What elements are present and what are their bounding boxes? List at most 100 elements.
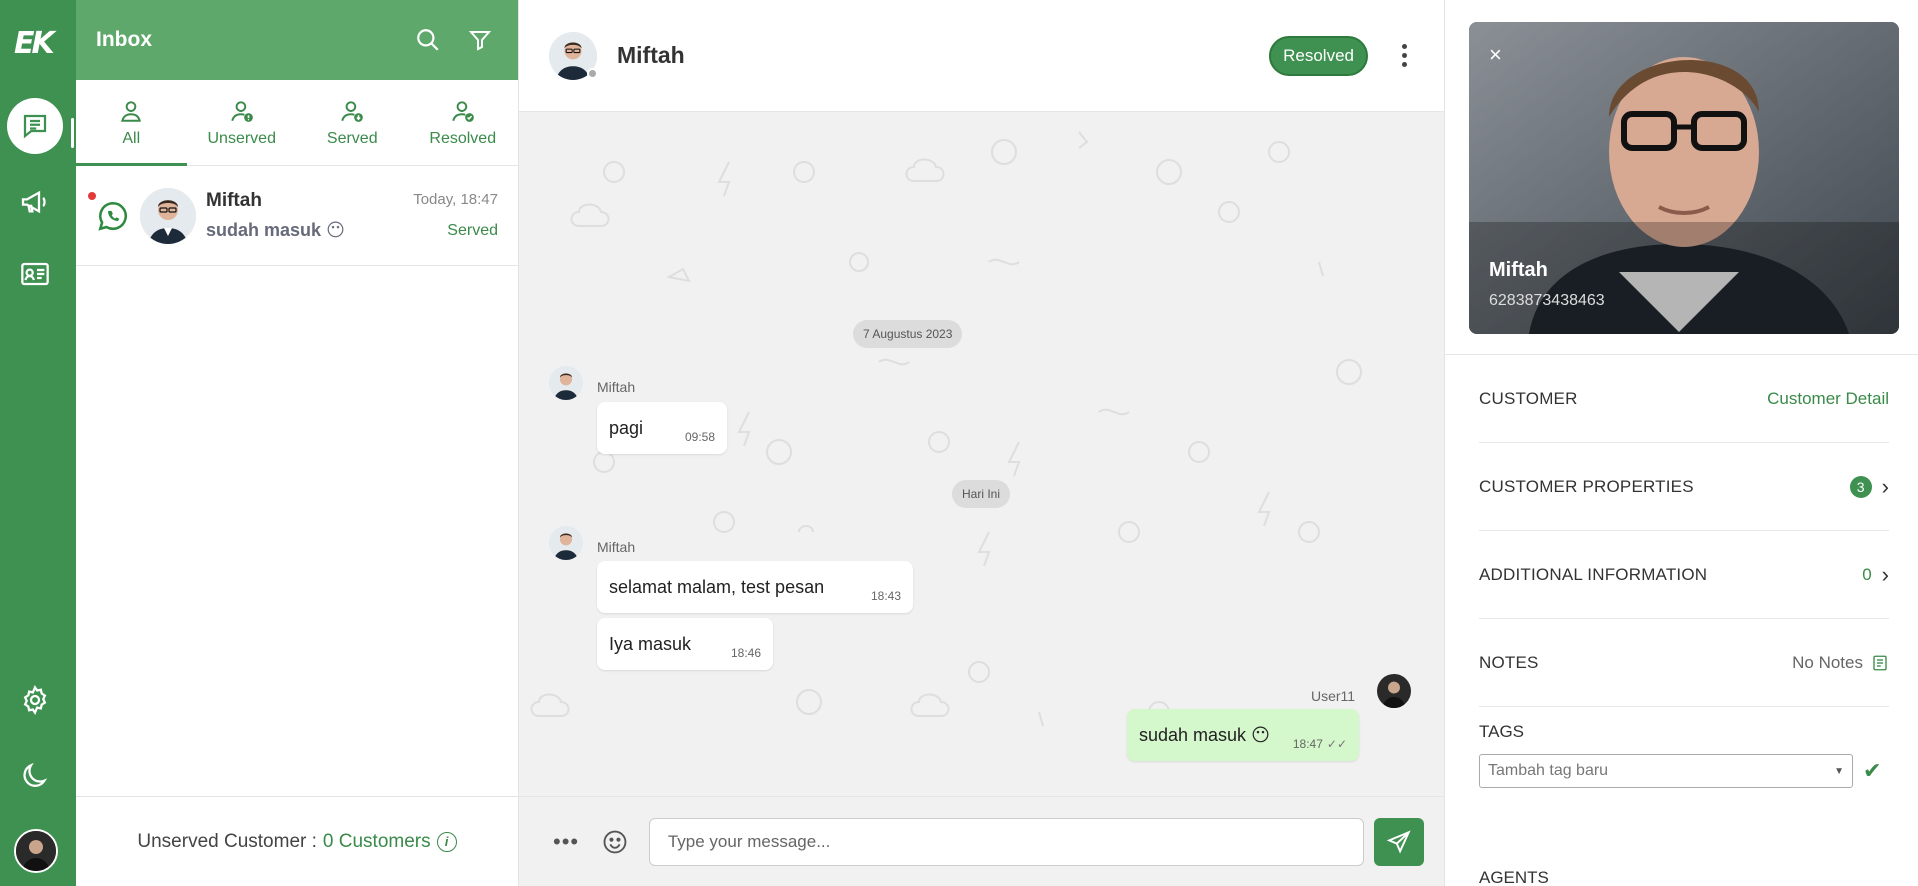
message-bubble: Iya masuk 18:46 [597,618,773,670]
row-label: CUSTOMER PROPERTIES [1479,476,1694,496]
message-emoji: 😶 [1251,725,1270,745]
customer-photo [1469,22,1899,334]
unserved-count[interactable]: 0 Customers [323,831,431,853]
inbox-panel: Inbox All Unserved Served Resolved Mifta… [76,0,519,886]
tags-section: TAGS Tambah tag baru ▼ ✔ [1479,722,1889,788]
agents-label: AGENTS [1479,868,1549,886]
user-check-icon [452,100,474,122]
message-time: 09:58 [684,430,715,444]
row-right: 3 › [1849,473,1889,500]
customer-photo-card: × Miftah 6283873438463 [1469,22,1899,334]
row-label: TAGS [1479,722,1525,741]
date-separator: Hari Ini [952,480,1011,508]
close-button[interactable]: × [1489,42,1502,68]
resolved-button[interactable]: Resolved [1269,35,1368,76]
contact-card-icon [21,262,49,286]
customer-detail-link[interactable]: Customer Detail [1767,389,1889,409]
presence-indicator [587,67,598,79]
tag-select-row: Tambah tag baru ▼ ✔ [1479,754,1889,788]
nav-broadcast[interactable] [7,174,63,230]
nav-dark-mode[interactable] [7,748,63,804]
conversation-status: Served [447,222,498,239]
tab-all[interactable]: All [76,80,187,166]
chat-header: Miftah Resolved [519,0,1444,112]
chat-contact-avatar[interactable] [549,31,598,80]
customer-detail-panel: × Miftah 6283873438463 CUSTOMER Customer… [1444,0,1918,886]
chat-icon [23,114,47,139]
megaphone-icon [21,190,46,214]
more-actions-button[interactable]: ••• [553,829,583,855]
tag-select[interactable]: Tambah tag baru ▼ [1479,754,1853,788]
moon-icon [23,762,48,787]
customer-name: Miftah [1489,259,1548,281]
chat-contact-name: Miftah [617,42,685,68]
notes-value: No Notes [1792,652,1863,672]
brand-logo: EK [14,26,55,61]
unread-dot [88,192,96,200]
tab-unserved[interactable]: Unserved [187,80,298,165]
conversation-info: Miftah sudah masuk 😶 [206,190,413,241]
last-message-emoji: 😶 [326,220,345,240]
user-download-icon [341,100,364,122]
conversation-item[interactable]: Miftah sudah masuk 😶 Today, 18:47 Served [76,166,518,266]
send-button[interactable] [1374,817,1424,866]
tab-label: Resolved [429,129,497,147]
date-separator: 7 Augustus 2023 [853,320,963,348]
filter-button[interactable] [462,22,498,58]
inbox-tabs: All Unserved Served Resolved [76,80,518,166]
message-sender: User11 [1311,688,1356,704]
unserved-summary: Unserved Customer : 0 Customers i [76,796,518,886]
customer-properties-row[interactable]: CUSTOMER PROPERTIES 3 › [1479,443,1889,531]
message-bubble: pagi 09:58 [597,402,727,454]
my-avatar[interactable] [14,829,58,873]
gear-icon [23,684,47,716]
send-icon [1386,829,1411,854]
agent-avatar [1377,674,1411,708]
caret-down-icon: ▼ [1834,765,1844,777]
emoji-icon[interactable] [601,828,629,856]
inbox-title: Inbox [96,28,152,51]
message-time: 18:47 [1292,737,1323,751]
read-receipt-icon: ✓✓ [1326,737,1347,751]
user-alert-icon [231,100,253,122]
message-bubble-outgoing: sudah masuk 😶 18:47 ✓✓ [1127,709,1359,761]
tab-served[interactable]: Served [297,80,408,165]
left-rail: EK [0,0,76,886]
info-icon[interactable]: i [436,831,457,852]
message-time-group: 18:47 ✓✓ [1293,737,1347,751]
additional-information-row[interactable]: ADDITIONAL INFORMATION 0 › [1479,531,1889,619]
nav-settings[interactable] [7,672,63,728]
conversation-meta: Today, 18:47 Served [413,191,498,240]
contact-name: Miftah [206,190,262,211]
message-text: pagi [609,418,644,438]
row-right: 0 › [1862,562,1889,588]
contact-avatar [140,187,196,244]
message-text: selamat malam, test pesan [609,577,825,597]
customer-phone: 6283873438463 [1489,292,1605,309]
message-composer: ••• [519,796,1444,886]
conversation-time: Today, 18:47 [413,191,498,208]
nav-contacts[interactable] [7,246,63,302]
row-label: NOTES [1479,652,1539,672]
confirm-tag-button[interactable]: ✔ [1863,758,1881,784]
properties-count-badge: 3 [1849,475,1872,498]
message-sender: Miftah [597,539,636,555]
tab-label: Served [326,129,378,147]
search-button[interactable] [410,22,446,58]
last-message: sudah masuk 😶 [206,220,413,241]
nav-active-indicator [71,118,74,148]
message-input[interactable] [648,817,1365,866]
row-label: CUSTOMER [1479,388,1578,408]
row-label: ADDITIONAL INFORMATION [1479,564,1708,584]
tab-label: All [122,129,141,147]
message-avatar [549,526,583,560]
tab-resolved[interactable]: Resolved [408,80,519,165]
notes-row[interactable]: NOTES No Notes [1479,619,1889,707]
note-icon[interactable] [1871,654,1889,672]
chevron-right-icon: › [1881,473,1889,499]
more-options-button[interactable] [1394,44,1414,67]
nav-chat[interactable] [7,98,63,154]
chat-panel: Miftah Resolved 7 Augustus 2023 Miftah p… [519,0,1444,886]
user-icon [121,100,142,122]
additional-count: 0 [1862,564,1872,584]
